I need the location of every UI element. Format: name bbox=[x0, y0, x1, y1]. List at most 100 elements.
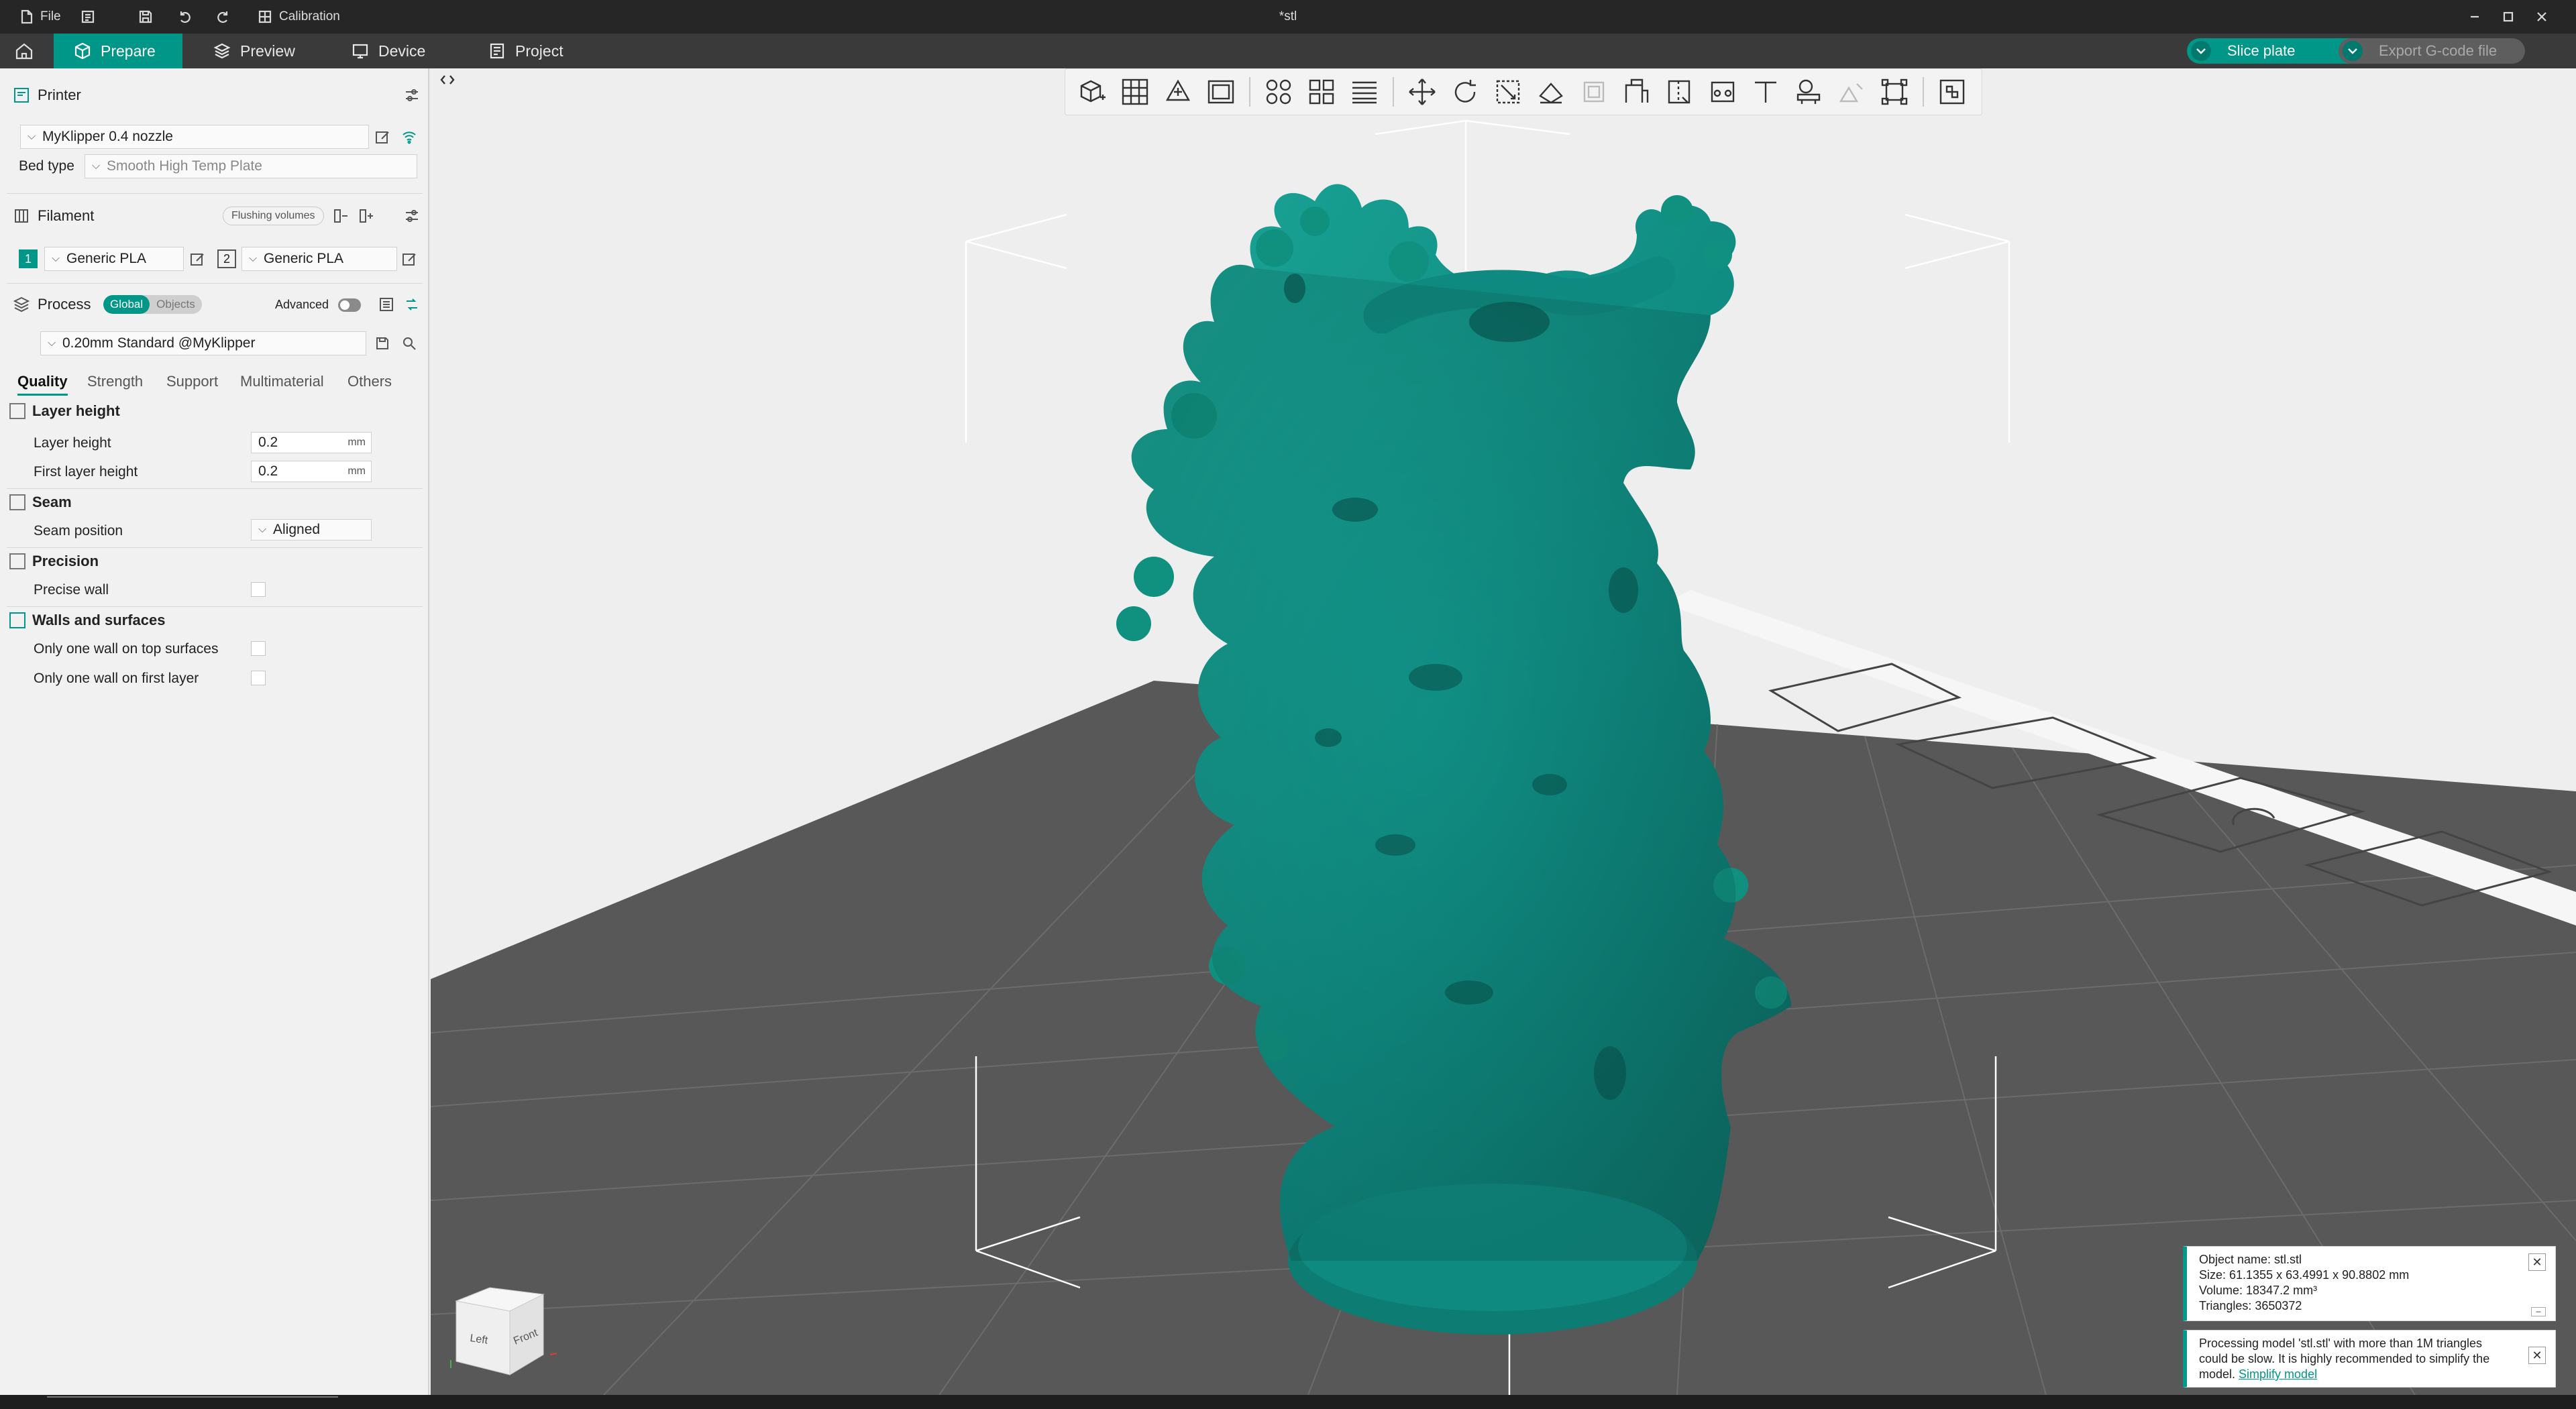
file-menu[interactable]: File bbox=[20, 0, 61, 34]
filament-slot-2-index[interactable]: 2 bbox=[217, 249, 236, 268]
fuzzy-skin-button[interactable] bbox=[1701, 72, 1744, 112]
auto-orient-button[interactable] bbox=[1157, 72, 1199, 112]
edit-icon bbox=[402, 253, 416, 266]
variable-layer-button[interactable] bbox=[1343, 72, 1386, 112]
3d-toolbar bbox=[1065, 68, 1982, 115]
group-layer-height: Layer height bbox=[9, 402, 120, 420]
seam-position-select[interactable]: ⌵ Aligned bbox=[251, 519, 372, 541]
add-filament-button[interactable] bbox=[357, 207, 376, 225]
view-cube[interactable]: Left Front bbox=[443, 1274, 577, 1388]
tab-others[interactable]: Others bbox=[347, 373, 392, 390]
printer-select[interactable]: ⌵ MyKlipper 0.4 nozzle bbox=[20, 125, 369, 149]
save-button[interactable] bbox=[138, 0, 153, 34]
maximize-button[interactable] bbox=[2491, 0, 2525, 34]
close-warning-button[interactable]: ✕ bbox=[2528, 1347, 2546, 1364]
seam-paint-button[interactable] bbox=[1658, 72, 1701, 112]
view-cube-graphic: Left Front bbox=[450, 1287, 557, 1375]
tab-device[interactable]: Device bbox=[331, 34, 445, 68]
mesh-boolean-button[interactable] bbox=[1787, 72, 1830, 112]
edit-printer-button[interactable] bbox=[373, 127, 392, 146]
tab-prepare[interactable]: Prepare bbox=[54, 34, 182, 68]
split-parts-button[interactable] bbox=[1300, 72, 1343, 112]
printer-name: MyKlipper 0.4 nozzle bbox=[42, 129, 173, 144]
filament-settings-button[interactable] bbox=[402, 207, 421, 225]
scale-button[interactable] bbox=[1487, 72, 1529, 112]
edit-filament-2-button[interactable] bbox=[400, 249, 419, 268]
printer-settings-button[interactable] bbox=[402, 86, 421, 105]
scope-objects[interactable]: Objects bbox=[150, 295, 202, 314]
tab-strength[interactable]: Strength bbox=[87, 373, 143, 390]
slice-plate-label: Slice plate bbox=[2227, 42, 2296, 59]
filament-slot-1-index[interactable]: 1 bbox=[19, 249, 38, 268]
arrange-button[interactable] bbox=[1199, 72, 1242, 112]
document-icon bbox=[490, 43, 504, 59]
close-object-info-button[interactable]: ✕ bbox=[2528, 1253, 2546, 1271]
cut-button[interactable] bbox=[1572, 72, 1615, 112]
text-tool-button[interactable] bbox=[1744, 72, 1787, 112]
tab-preview[interactable]: Preview bbox=[193, 34, 315, 68]
settings-panel: Printer ⌵ MyKlipper 0.4 nozzle Bed type … bbox=[0, 68, 429, 1395]
menu-button[interactable] bbox=[80, 0, 95, 34]
close-window-button[interactable] bbox=[2525, 0, 2559, 34]
calibration-icon bbox=[258, 10, 272, 23]
calibration-menu[interactable]: Calibration bbox=[258, 0, 340, 34]
lay-on-face-button[interactable] bbox=[1529, 72, 1572, 112]
process-settings-button[interactable] bbox=[402, 295, 421, 314]
process-scope-toggle[interactable]: Global Objects bbox=[103, 295, 202, 314]
filament-slot-1-name: Generic PLA bbox=[66, 251, 147, 266]
save-preset-button[interactable] bbox=[373, 334, 392, 353]
first-layer-height-input[interactable]: 0.2 mm bbox=[251, 461, 372, 482]
precision-icon bbox=[9, 553, 25, 569]
printer-connect-button[interactable] bbox=[400, 127, 419, 146]
simplify-button[interactable] bbox=[1873, 72, 1916, 112]
collapse-sidebar-button[interactable] bbox=[437, 70, 458, 90]
edit-filament-1-button[interactable] bbox=[188, 249, 207, 268]
layer-height-input[interactable]: 0.2 mm bbox=[251, 432, 372, 453]
remove-filament-icon bbox=[334, 209, 347, 223]
export-gcode-button[interactable]: Export G-code file bbox=[2339, 38, 2525, 64]
home-button[interactable] bbox=[11, 40, 38, 62]
one-wall-top-checkbox[interactable] bbox=[251, 641, 266, 656]
filament-slot-2-select[interactable]: ⌵ Generic PLA bbox=[241, 247, 397, 271]
tab-quality[interactable]: Quality bbox=[17, 373, 68, 396]
one-wall-first-checkbox[interactable] bbox=[251, 671, 266, 685]
support-paint-button[interactable] bbox=[1615, 72, 1658, 112]
chevron-down-icon[interactable] bbox=[2343, 41, 2363, 61]
minimize-notification-button[interactable]: – bbox=[2531, 1307, 2546, 1316]
group-walls-surfaces: Walls and surfaces bbox=[9, 612, 165, 629]
minimize-button[interactable] bbox=[2458, 0, 2491, 34]
layer-height-label: Layer height bbox=[34, 435, 111, 451]
tab-multimaterial[interactable]: Multimaterial bbox=[240, 373, 324, 390]
seam-position-value: Aligned bbox=[273, 522, 321, 537]
scope-global[interactable]: Global bbox=[103, 295, 150, 314]
flushing-volumes-button[interactable]: Flushing volumes bbox=[223, 207, 324, 225]
move-button[interactable] bbox=[1401, 72, 1444, 112]
chevron-down-icon: ⌵ bbox=[92, 160, 101, 172]
tab-support[interactable]: Support bbox=[166, 373, 218, 390]
assembly-view-button[interactable] bbox=[1931, 72, 1974, 112]
assembly-view-icon bbox=[1939, 79, 1965, 105]
redo-button[interactable] bbox=[216, 0, 231, 34]
3d-viewport[interactable] bbox=[431, 68, 2576, 1395]
process-compare-button[interactable] bbox=[377, 295, 396, 314]
tab-prepare-label: Prepare bbox=[101, 42, 156, 60]
simplify-model-link[interactable]: Simplify model bbox=[2239, 1367, 2317, 1381]
add-object-button[interactable] bbox=[1071, 72, 1114, 112]
tab-project[interactable]: Project bbox=[468, 34, 584, 68]
advanced-toggle[interactable] bbox=[338, 298, 361, 312]
process-preset-select[interactable]: ⌵ 0.20mm Standard @MyKlipper bbox=[40, 331, 366, 355]
chevron-down-icon[interactable] bbox=[2191, 41, 2211, 61]
bed-type-select[interactable]: ⌵ Smooth High Temp Plate bbox=[85, 154, 417, 178]
add-plate-button[interactable] bbox=[1114, 72, 1157, 112]
edit-icon bbox=[376, 131, 389, 144]
precise-wall-checkbox[interactable] bbox=[251, 582, 266, 597]
remove-filament-button[interactable] bbox=[331, 207, 350, 225]
divider bbox=[7, 283, 423, 284]
split-objects-button[interactable] bbox=[1257, 72, 1300, 112]
measure-button[interactable] bbox=[1830, 72, 1873, 112]
search-settings-button[interactable] bbox=[400, 334, 419, 353]
rotate-button[interactable] bbox=[1444, 72, 1487, 112]
undo-button[interactable] bbox=[177, 0, 192, 34]
filament-slot-1-select[interactable]: ⌵ Generic PLA bbox=[44, 247, 184, 271]
close-icon: ✕ bbox=[2532, 1348, 2542, 1362]
